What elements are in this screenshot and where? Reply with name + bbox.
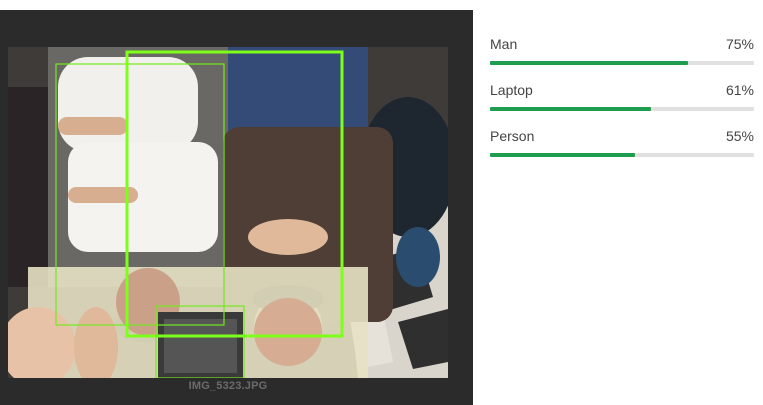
vision-results-view: IMG_5323.JPG Man 75% Laptop 61% Person 5… — [0, 0, 763, 405]
label-name: Laptop — [490, 82, 533, 98]
label-row-laptop: Laptop 61% — [490, 82, 754, 118]
label-name: Person — [490, 128, 535, 144]
confidence-bar-track — [490, 153, 754, 157]
label-name: Man — [490, 36, 518, 52]
confidence-bar-track — [490, 61, 754, 65]
labels-panel: Man 75% Laptop 61% Person 55% — [473, 16, 763, 405]
label-row-person: Person 55% — [490, 128, 754, 164]
confidence-bar-fill — [490, 153, 636, 157]
label-percent: 55% — [725, 128, 754, 144]
image-panel: IMG_5323.JPG — [0, 0, 473, 405]
analyzed-photo — [8, 47, 448, 378]
confidence-bar-fill — [490, 61, 688, 65]
image-filename: IMG_5323.JPG — [188, 380, 268, 392]
confidence-bar-fill — [490, 107, 652, 111]
confidence-bar-track — [490, 107, 754, 111]
label-percent: 61% — [725, 82, 754, 98]
label-percent: 75% — [725, 36, 754, 52]
label-row-man: Man 75% — [490, 36, 754, 72]
